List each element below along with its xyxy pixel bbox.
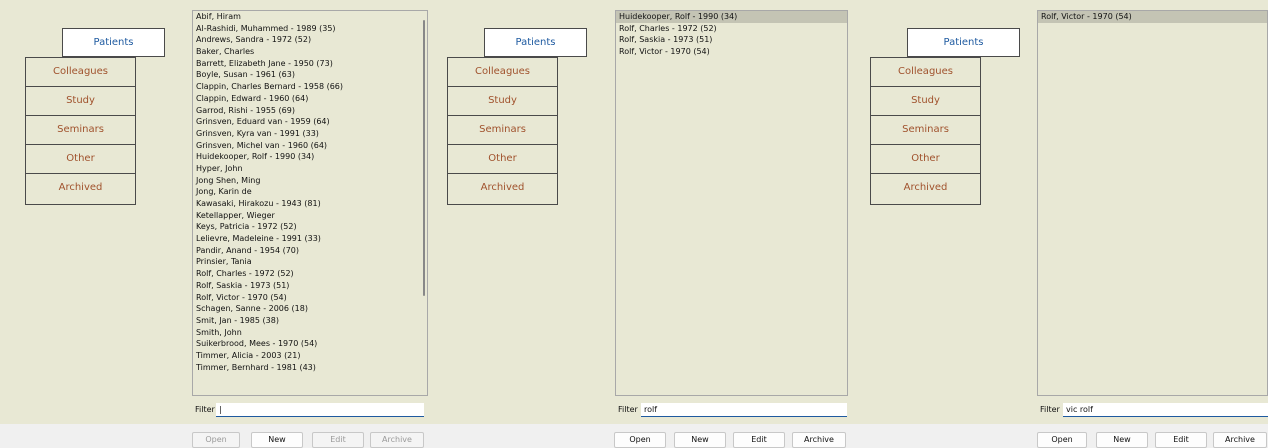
open-button[interactable]: Open [614,432,666,448]
archive-button[interactable]: Archive [1213,432,1267,448]
list-item[interactable]: Rolf, Charles - 1972 (52) [193,268,427,280]
patient-list-scrollbar[interactable] [423,20,425,296]
edit-button[interactable]: Edit [312,432,364,448]
list-item[interactable]: Boyle, Susan - 1961 (63) [193,69,427,81]
open-button[interactable]: Open [192,432,240,448]
patients-panel-filtered-rolf: Patients Colleagues Study Seminars Other… [428,0,848,448]
list-item[interactable]: Barrett, Elizabeth Jane - 1950 (73) [193,58,427,70]
list-item[interactable]: Rolf, Saskia - 1973 (51) [193,280,427,292]
filter-input[interactable] [641,403,847,417]
list-item[interactable]: Al-Rashidi, Muhammed - 1989 (35) [193,23,427,35]
tab-patients[interactable]: Patients [62,28,165,57]
filter-bar: Filter [1037,398,1268,424]
list-item[interactable]: Schagen, Sanne - 2006 (18) [193,303,427,315]
new-button[interactable]: New [251,432,303,448]
list-item[interactable]: Rolf, Victor - 1970 (54) [193,292,427,304]
list-item[interactable]: Grinsven, Kyra van - 1991 (33) [193,128,427,140]
filter-label: Filter [618,405,638,414]
filter-input[interactable] [216,403,424,417]
patient-list[interactable]: Abif, Hiram Al-Rashidi, Muhammed - 1989 (… [192,10,428,396]
tab-other[interactable]: Other [870,144,981,174]
patient-list[interactable]: Rolf, Victor - 1970 (54) [1037,10,1268,396]
tab-seminars[interactable]: Seminars [870,115,981,145]
edit-button[interactable]: Edit [1155,432,1207,448]
list-item[interactable]: Prinsier, Tania [193,256,427,268]
tab-archived[interactable]: Archived [870,173,981,205]
list-item[interactable]: Suikerbrood, Mees - 1970 (54) [193,338,427,350]
list-item[interactable]: Keys, Patricia - 1972 (52) [193,221,427,233]
list-item[interactable]: Timmer, Alicia - 2003 (21) [193,350,427,362]
list-item[interactable]: Huidekooper, Rolf - 1990 (34) [616,11,847,23]
tab-study[interactable]: Study [25,86,136,116]
tab-colleagues[interactable]: Colleagues [447,57,558,87]
list-item[interactable]: Andrews, Sandra - 1972 (52) [193,34,427,46]
tab-seminars[interactable]: Seminars [447,115,558,145]
button-bar: Open New Edit Archive [428,424,848,448]
list-item[interactable]: Abif, Hiram [193,11,427,23]
filter-label: Filter [1040,405,1060,414]
list-item[interactable]: Rolf, Victor - 1970 (54) [616,46,847,58]
tab-patients[interactable]: Patients [484,28,587,57]
list-item[interactable]: Hyper, John [193,163,427,175]
filter-input[interactable] [1063,403,1268,417]
list-item[interactable]: Jong, Karin de [193,186,427,198]
archive-button[interactable]: Archive [370,432,424,448]
new-button[interactable]: New [1096,432,1148,448]
tab-archived[interactable]: Archived [447,173,558,205]
button-bar: Open New Edit Archive [848,424,1268,448]
list-item[interactable]: Baker, Charles [193,46,427,58]
archive-button[interactable]: Archive [792,432,846,448]
open-button[interactable]: Open [1037,432,1087,448]
tab-seminars[interactable]: Seminars [25,115,136,145]
list-item[interactable]: Clappin, Charles Bernard - 1958 (66) [193,81,427,93]
list-item[interactable]: Grinsven, Michel van - 1960 (64) [193,140,427,152]
new-button[interactable]: New [674,432,726,448]
patient-list[interactable]: Huidekooper, Rolf - 1990 (34) Rolf, Charl… [615,10,848,396]
list-item[interactable]: Clappin, Edward - 1960 (64) [193,93,427,105]
tab-colleagues[interactable]: Colleagues [870,57,981,87]
list-item[interactable]: Huidekooper, Rolf - 1990 (34) [193,151,427,163]
tab-study[interactable]: Study [870,86,981,116]
tab-other[interactable]: Other [447,144,558,174]
patients-panel-filtered-vic-rolf: Patients Colleagues Study Seminars Other… [848,0,1268,448]
list-item[interactable]: Grinsven, Eduard van - 1959 (64) [193,116,427,128]
list-item[interactable]: Garrod, Rishi - 1955 (69) [193,105,427,117]
filter-label: Filter [195,405,215,414]
tab-study[interactable]: Study [447,86,558,116]
list-item[interactable]: Timmer, Bernhard - 1981 (43) [193,362,427,374]
list-item[interactable]: Rolf, Victor - 1970 (54) [1038,11,1267,23]
list-item[interactable]: Jong Shen, Ming [193,175,427,187]
list-item[interactable]: Kawasaki, Hirakozu - 1943 (81) [193,198,427,210]
tab-patients[interactable]: Patients [907,28,1020,57]
tab-archived[interactable]: Archived [25,173,136,205]
list-item[interactable]: Lelievre, Madeleine - 1991 (33) [193,233,427,245]
edit-button[interactable]: Edit [733,432,785,448]
list-item[interactable]: Rolf, Charles - 1972 (52) [616,23,847,35]
list-item[interactable]: Smit, Jan - 1985 (38) [193,315,427,327]
tab-colleagues[interactable]: Colleagues [25,57,136,87]
list-item[interactable]: Ketellapper, Wieger [193,210,427,222]
tab-other[interactable]: Other [25,144,136,174]
list-item[interactable]: Pandir, Anand - 1954 (70) [193,245,427,257]
button-bar: Open New Edit Archive [0,424,428,448]
filter-bar: Filter [615,398,848,424]
patients-panel-unfiltered: Patients Colleagues Study Seminars Other… [0,0,428,448]
list-item[interactable]: Smith, John [193,327,427,339]
list-item[interactable]: Rolf, Saskia - 1973 (51) [616,34,847,46]
filter-bar: Filter [192,398,428,424]
